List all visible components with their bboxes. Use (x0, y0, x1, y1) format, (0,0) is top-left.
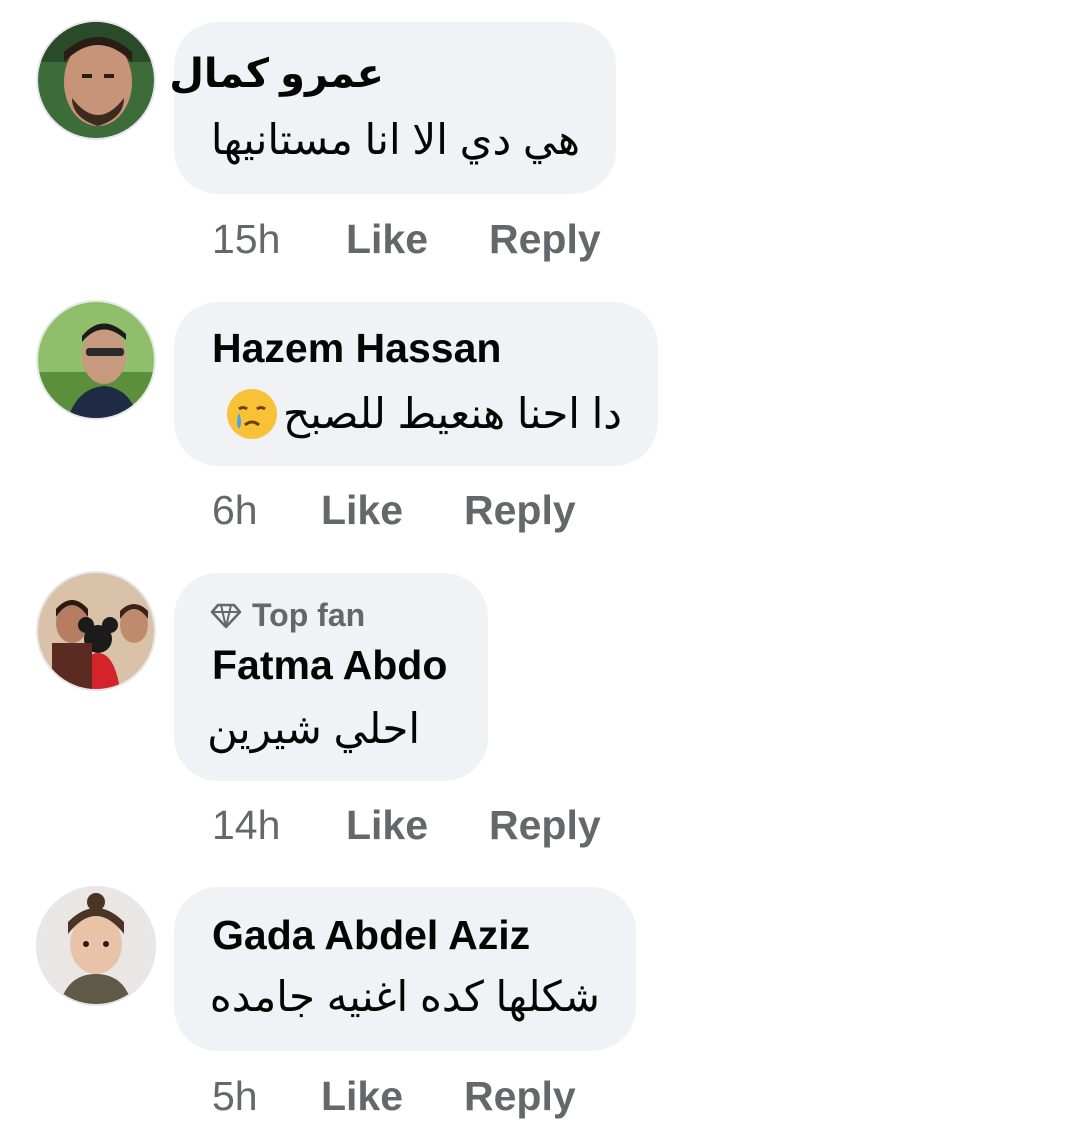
like-button[interactable]: Like (321, 1071, 403, 1121)
badge-label: Top fan (252, 597, 366, 633)
reply-button[interactable]: Reply (464, 485, 576, 535)
comment-text: دا احنا هنعيط للصبح (282, 390, 622, 437)
avatar[interactable] (38, 22, 154, 138)
diamond-icon (210, 603, 242, 629)
comment-author[interactable]: Hazem Hassan (212, 324, 501, 372)
comment-bubble: Hazem Hassan دا احنا هنعيط للصبح (174, 302, 658, 466)
avatar-image (38, 302, 154, 418)
like-button[interactable]: Like (346, 214, 428, 264)
avatar-image (38, 22, 154, 138)
reply-button[interactable]: Reply (489, 214, 601, 264)
comment-text: احلي شيرين (207, 705, 420, 752)
avatar-image (38, 888, 154, 1004)
avatar[interactable] (38, 302, 154, 418)
comment-time[interactable]: 5h (212, 1071, 258, 1121)
comment-text: هي دي الا انا مستانيها (210, 116, 580, 163)
avatar[interactable] (38, 888, 154, 1004)
reply-button[interactable]: Reply (464, 1071, 576, 1121)
comment-author[interactable]: Gada Abdel Aziz (212, 911, 530, 959)
like-button[interactable]: Like (346, 800, 428, 850)
comment-author[interactable]: Fatma Abdo (212, 641, 447, 689)
comment-time[interactable]: 6h (212, 485, 258, 535)
comment-bubble: Top fan Fatma Abdo احلي شيرين (174, 573, 488, 781)
comment-author[interactable]: عمرو كمال (169, 50, 384, 98)
comment-time[interactable]: 15h (212, 214, 280, 264)
comment-bubble: Gada Abdel Aziz شكلها كده اغنيه جامده (174, 887, 636, 1051)
avatar[interactable] (38, 573, 154, 689)
comment-time[interactable]: 14h (212, 800, 280, 850)
top-fan-badge: Top fan (210, 595, 365, 635)
avatar-image (38, 573, 154, 689)
crying-face-emoji-icon (226, 389, 277, 439)
reply-button[interactable]: Reply (489, 800, 601, 850)
like-button[interactable]: Like (321, 485, 403, 535)
comment-bubble: عمرو كمال هي دي الا انا مستانيها (169, 22, 616, 194)
comment-text-row: دا احنا هنعيط للصبح (223, 386, 622, 442)
comment-text: شكلها كده اغنيه جامده (209, 973, 600, 1020)
